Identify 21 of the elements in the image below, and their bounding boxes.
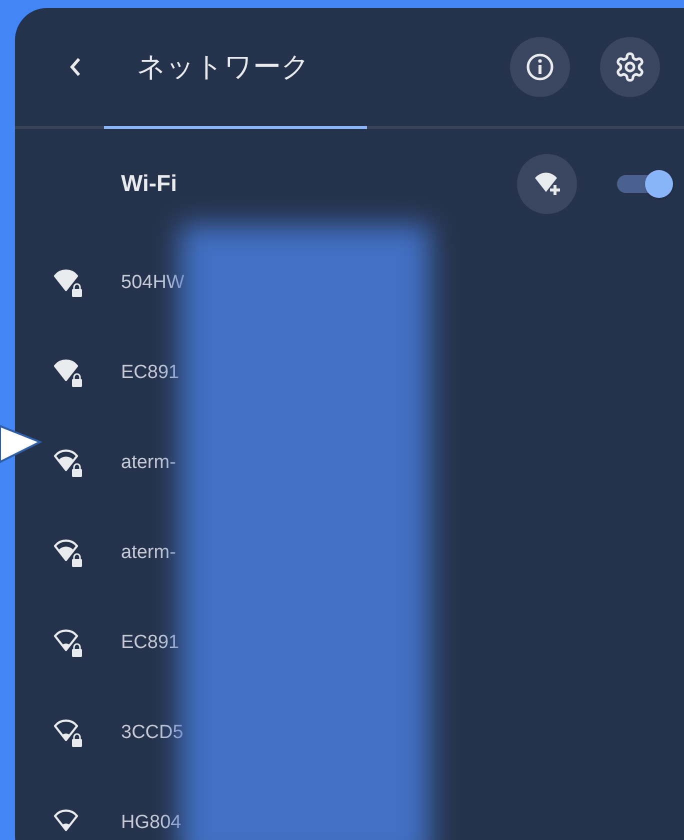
- wifi-label: Wi-Fi: [121, 169, 177, 198]
- network-item[interactable]: 504HW: [15, 238, 684, 328]
- wifi-add-icon: [533, 170, 561, 197]
- network-item[interactable]: EC891: [15, 598, 684, 688]
- network-name: EC891: [121, 360, 180, 385]
- back-icon: [68, 56, 82, 78]
- page-title: ネットワーク: [137, 50, 310, 84]
- network-name: aterm-: [121, 540, 176, 565]
- network-item[interactable]: EC891: [15, 328, 684, 418]
- network-name: HG804: [121, 810, 182, 835]
- network-name: 3CCD5: [121, 720, 184, 745]
- wifi-toggle[interactable]: [615, 168, 673, 199]
- settings-icon: [614, 51, 646, 84]
- network-item[interactable]: aterm-: [15, 508, 684, 598]
- network-name: EC891: [121, 630, 180, 655]
- network-name: aterm-: [121, 450, 176, 475]
- network-item[interactable]: HG804: [15, 778, 684, 840]
- network-name: 504HW: [121, 270, 184, 295]
- info-icon: [525, 52, 555, 82]
- network-item[interactable]: 3CCD5: [15, 688, 684, 778]
- network-item[interactable]: aterm-: [15, 418, 684, 508]
